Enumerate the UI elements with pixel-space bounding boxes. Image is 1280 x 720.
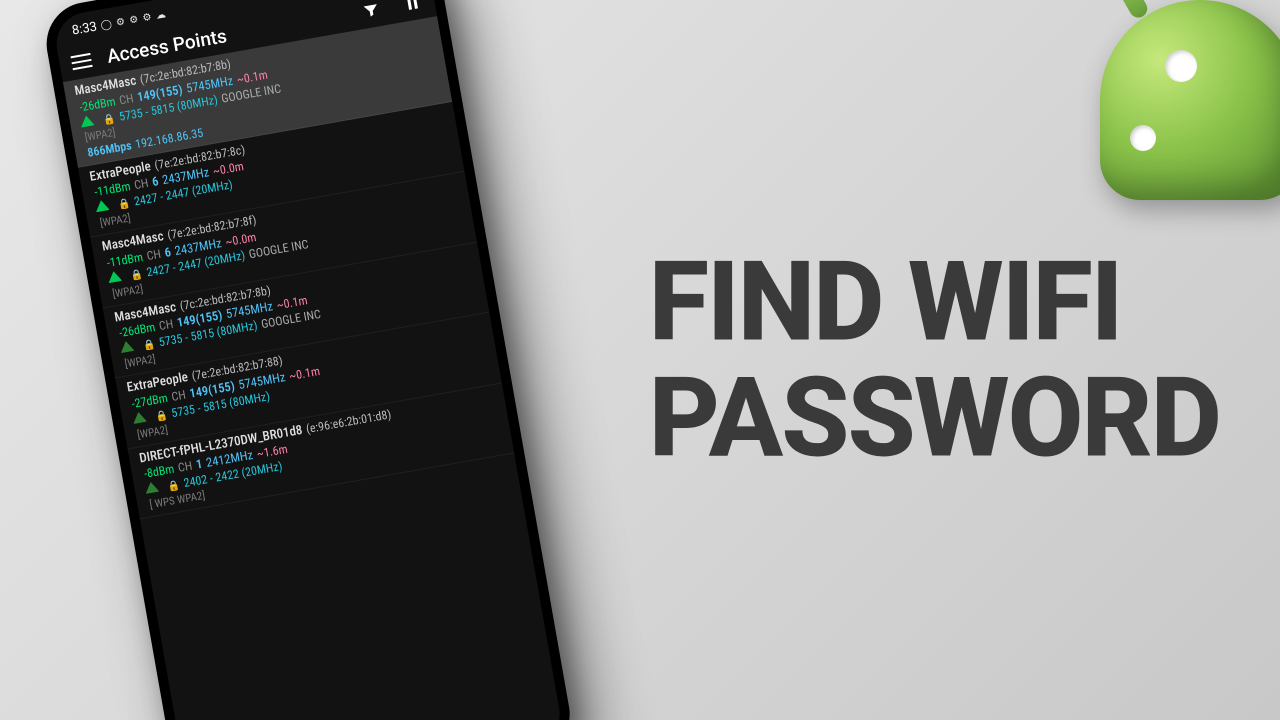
lock-icon: 🔒	[117, 199, 131, 214]
lock-icon: 🔒	[155, 410, 169, 425]
wifi-signal-icon	[94, 200, 110, 213]
ap-channel: 1	[195, 457, 204, 474]
ap-channel-label: CH	[177, 459, 194, 477]
ap-channel-label: CH	[158, 317, 175, 335]
access-points-list[interactable]: Masc4Masc (7c:2e:bd:82:b7:8b)-26dBm CH 1…	[63, 16, 514, 520]
phone-frame: 8:33 ◯ ⚙ ⚙ ⚙ ☁ ⚙ ✱ ▾ ▮ Access Points Mas…	[40, 0, 576, 720]
headline-text: FIND WIFI PASSWORD	[649, 245, 1220, 476]
pause-icon[interactable]	[401, 0, 424, 14]
lock-icon: 🔒	[142, 340, 156, 355]
lock-icon: 🔒	[130, 269, 144, 284]
filter-icon[interactable]	[359, 0, 382, 22]
headline-line1: FIND WIFI	[649, 245, 1220, 361]
wifi-signal-icon	[119, 340, 135, 353]
ap-channel-label: CH	[133, 176, 150, 194]
ap-channel-label: CH	[170, 388, 187, 406]
wifi-signal-icon	[144, 481, 160, 494]
wifi-signal-icon	[107, 270, 123, 283]
wifi-signal-icon	[79, 114, 95, 127]
wifi-signal-icon	[131, 411, 147, 424]
lock-icon: 🔒	[102, 113, 116, 128]
ap-channel-label: CH	[146, 247, 163, 265]
phone-screen: 8:33 ◯ ⚙ ⚙ ⚙ ☁ ⚙ ✱ ▾ ▮ Access Points Mas…	[52, 0, 565, 720]
android-mascot	[1060, 0, 1280, 220]
headline-line2: PASSWORD	[649, 360, 1220, 476]
hamburger-icon[interactable]	[70, 52, 92, 69]
ap-channel: 6	[151, 175, 160, 192]
status-time: 8:33	[71, 19, 98, 38]
ap-channel: 6	[164, 245, 173, 262]
ap-channel-label: CH	[118, 91, 135, 109]
